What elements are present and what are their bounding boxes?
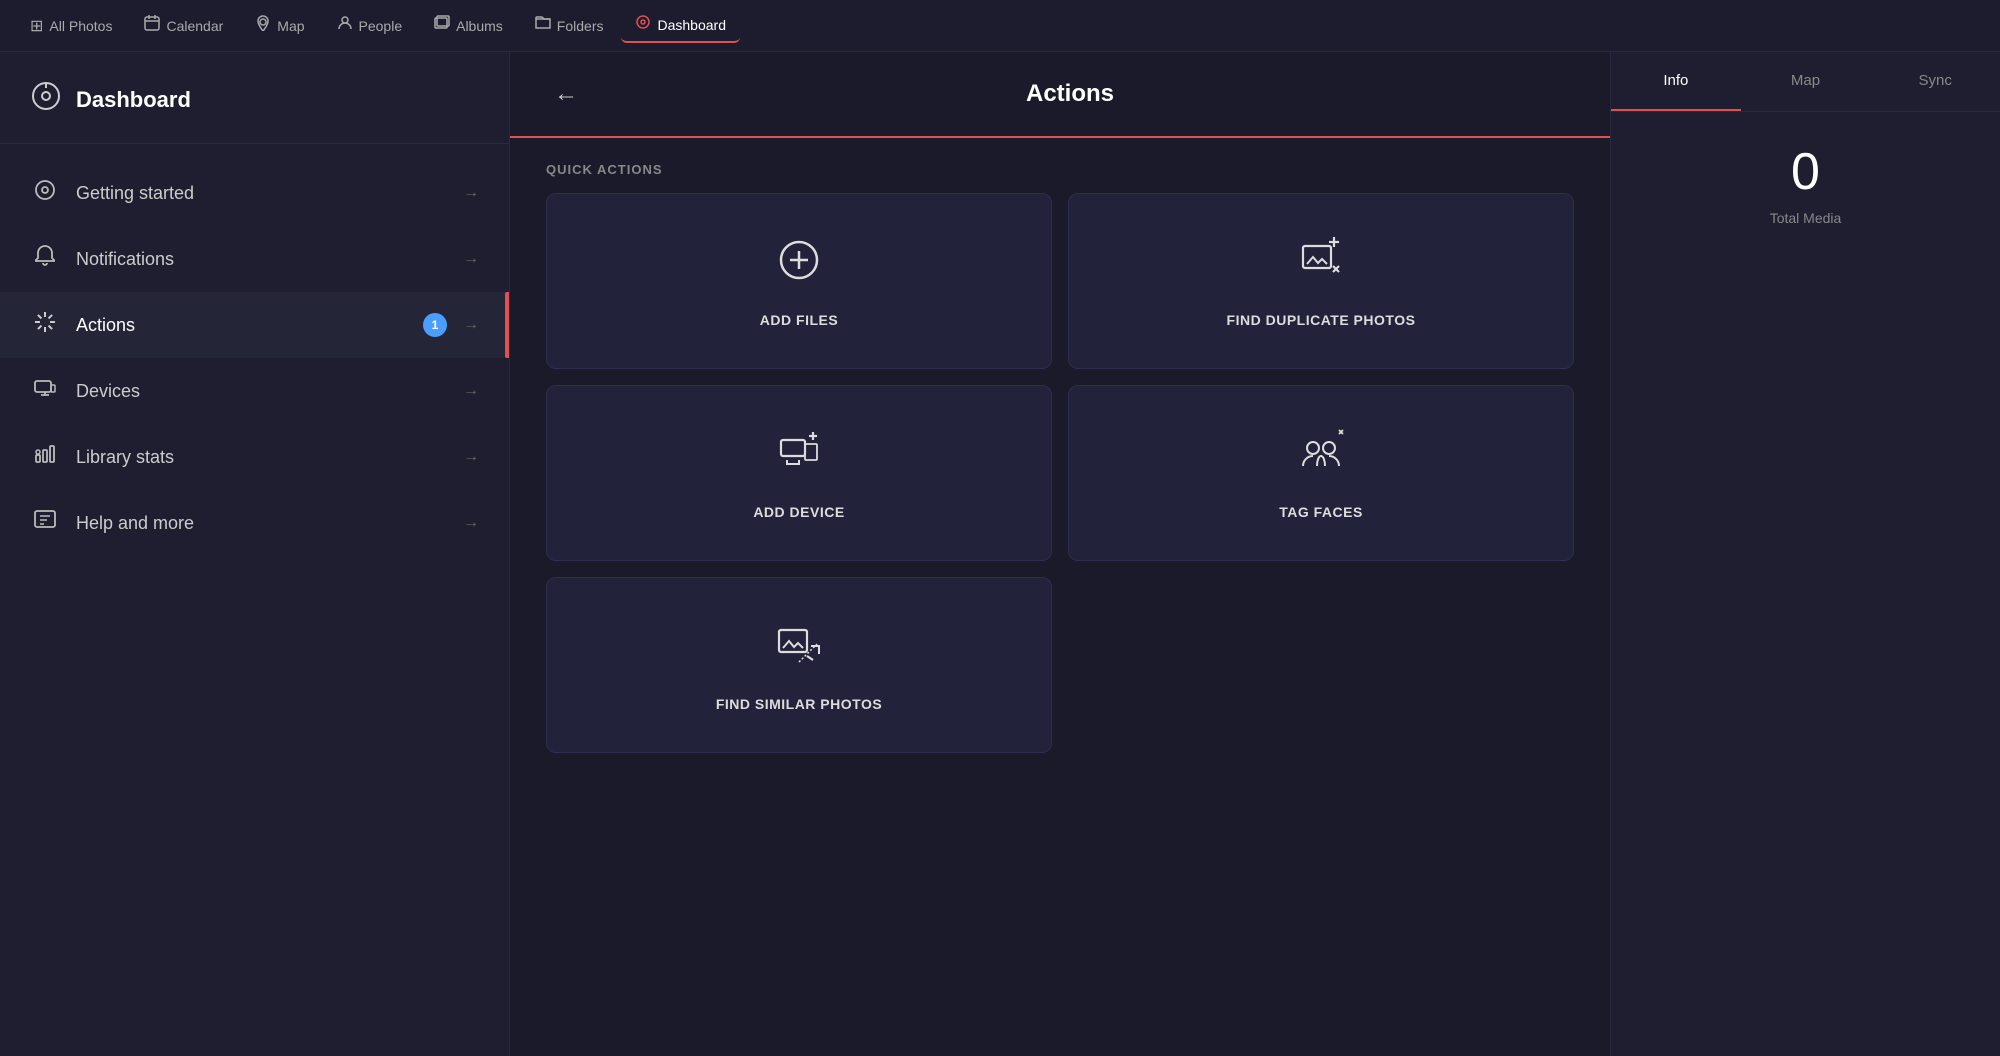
action-card-add-files[interactable]: ADD FILES <box>546 193 1052 369</box>
albums-icon <box>434 15 450 36</box>
getting-started-label: Getting started <box>76 183 447 204</box>
add-device-label: ADD DEVICE <box>753 504 844 520</box>
quick-actions-label: QUICK ACTIONS <box>510 138 1610 193</box>
nav-map[interactable]: Map <box>241 9 318 42</box>
sidebar-item-actions[interactable]: Actions 1 → <box>0 292 509 358</box>
devices-icon <box>30 376 60 406</box>
devices-arrow: → <box>463 382 479 400</box>
all-photos-icon: ⊞ <box>30 16 43 36</box>
tag-faces-icon <box>1295 426 1347 488</box>
actions-icon <box>30 310 60 340</box>
top-nav: ⊞ All Photos Calendar Map People Albums … <box>0 0 2000 52</box>
help-label: Help and more <box>76 513 447 534</box>
total-media-label: Total Media <box>1770 210 1842 226</box>
tab-map[interactable]: Map <box>1741 52 1871 111</box>
action-card-add-device[interactable]: ADD DEVICE <box>546 385 1052 561</box>
right-panel: Info Map Sync 0 Total Media <box>1610 52 2000 1056</box>
nav-folders[interactable]: Folders <box>521 9 618 42</box>
add-files-label: ADD FILES <box>760 312 838 328</box>
library-stats-arrow: → <box>463 448 479 466</box>
getting-started-arrow: → <box>463 184 479 202</box>
help-icon <box>30 508 60 538</box>
folders-icon <box>535 15 551 36</box>
center-panel: ← Actions QUICK ACTIONS ADD FILES <box>510 52 1610 1056</box>
add-device-icon <box>773 426 825 488</box>
library-stats-icon <box>30 442 60 472</box>
people-icon <box>337 15 353 36</box>
actions-label: Actions <box>76 315 407 336</box>
main-layout: Dashboard Getting started → Notification… <box>0 52 2000 1056</box>
devices-label: Devices <box>76 381 447 402</box>
actions-arrow: → <box>463 316 479 334</box>
actions-badge: 1 <box>423 313 447 337</box>
nav-people[interactable]: People <box>323 9 417 42</box>
dashboard-nav-icon <box>635 14 651 35</box>
find-duplicate-icon <box>1295 234 1347 296</box>
sidebar-item-help[interactable]: Help and more → <box>0 490 509 556</box>
center-title: Actions <box>606 80 1534 108</box>
total-media-count: 0 <box>1791 142 1820 202</box>
nav-calendar[interactable]: Calendar <box>130 9 237 42</box>
add-files-icon <box>773 234 825 296</box>
action-card-find-similar[interactable]: FIND SIMILAR PHOTOS <box>546 577 1052 753</box>
sidebar-item-devices[interactable]: Devices → <box>0 358 509 424</box>
find-similar-label: FIND SIMILAR PHOTOS <box>716 696 882 712</box>
getting-started-icon <box>30 178 60 208</box>
actions-grid: ADD FILES FIND DUPLICATE PHOTOS <box>510 193 1610 777</box>
map-nav-icon <box>255 15 271 36</box>
center-header: ← Actions <box>510 52 1610 138</box>
sidebar-item-notifications[interactable]: Notifications → <box>0 226 509 292</box>
find-duplicate-label: FIND DUPLICATE PHOTOS <box>1227 312 1416 328</box>
find-similar-icon <box>773 618 825 680</box>
action-card-tag-faces[interactable]: TAG FACES <box>1068 385 1574 561</box>
sidebar-title: Dashboard <box>76 87 191 113</box>
sidebar-items: Getting started → Notifications → <box>0 144 509 1056</box>
calendar-icon <box>144 15 160 36</box>
notifications-arrow: → <box>463 250 479 268</box>
nav-all-photos[interactable]: ⊞ All Photos <box>16 10 126 42</box>
right-tabs: Info Map Sync <box>1611 52 2000 112</box>
library-stats-label: Library stats <box>76 447 447 468</box>
sidebar-header: Dashboard <box>0 52 509 144</box>
nav-albums[interactable]: Albums <box>420 9 517 42</box>
tag-faces-label: TAG FACES <box>1279 504 1363 520</box>
notifications-label: Notifications <box>76 249 447 270</box>
tab-info[interactable]: Info <box>1611 52 1741 111</box>
nav-dashboard[interactable]: Dashboard <box>621 8 740 43</box>
notifications-icon <box>30 244 60 274</box>
action-card-find-duplicate[interactable]: FIND DUPLICATE PHOTOS <box>1068 193 1574 369</box>
sidebar-dashboard-icon <box>30 80 62 119</box>
sidebar-item-library-stats[interactable]: Library stats → <box>0 424 509 490</box>
help-arrow: → <box>463 514 479 532</box>
tab-sync[interactable]: Sync <box>1870 52 2000 111</box>
back-button[interactable]: ← <box>546 76 586 112</box>
sidebar: Dashboard Getting started → Notification… <box>0 52 510 1056</box>
sidebar-item-getting-started[interactable]: Getting started → <box>0 160 509 226</box>
right-content: 0 Total Media <box>1611 112 2000 256</box>
